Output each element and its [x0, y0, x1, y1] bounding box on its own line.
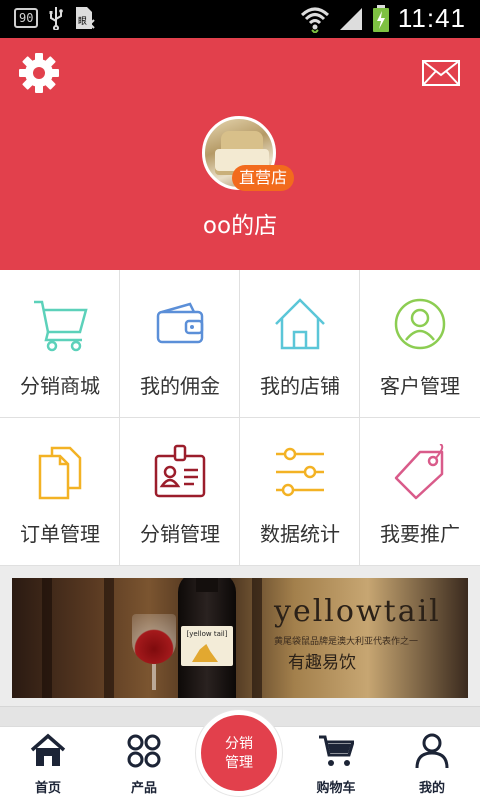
- grid-item-label: 我的佣金: [140, 374, 220, 398]
- barrel-ring: [104, 578, 114, 698]
- sliders-icon: [276, 447, 324, 497]
- grid-item-label: 订单管理: [20, 522, 100, 546]
- grid-item-label: 客户管理: [380, 374, 460, 398]
- grid-item-distribution[interactable]: 分销管理: [120, 418, 240, 566]
- app-screen: 90 眼 11:41 直营店 oo的店 分销商城 我的佣金 我的店铺 客户管理 …: [0, 0, 480, 800]
- bottle-label-text: [yellow tail]: [186, 630, 228, 638]
- banner-subtitle: 黄尾袋鼠品牌是澳大利亚代表作之一: [274, 637, 419, 647]
- grid-item-label: 数据统计: [260, 522, 340, 546]
- status-right: 11:41: [300, 3, 466, 34]
- notification-badge: 90: [14, 8, 39, 28]
- status-bar: 90 眼 11:41: [0, 0, 480, 38]
- promo-banner[interactable]: [yellow tail] yellowtail 黄尾袋鼠品牌是澳大利亚代表作之…: [12, 578, 468, 698]
- id-badge-icon: [154, 444, 206, 498]
- house-icon: [275, 298, 325, 350]
- barrel-ring: [42, 578, 52, 698]
- barrel-ring: [252, 578, 262, 698]
- signal-icon: [339, 7, 362, 30]
- documents-icon: [38, 446, 82, 500]
- cart-icon: [34, 300, 88, 352]
- grid-item-my-store[interactable]: 我的店铺: [240, 270, 360, 418]
- home-icon: [30, 733, 66, 766]
- cart-icon: [319, 735, 354, 766]
- store-type-badge: 直营店: [232, 165, 295, 191]
- wine-glass-stem: [152, 664, 156, 690]
- nav-label: 我的: [418, 781, 445, 796]
- grid-item-shop[interactable]: 分销商城: [0, 270, 120, 418]
- banner-brand: yellowtail: [274, 594, 441, 629]
- nav-item-me[interactable]: 我的: [384, 727, 480, 800]
- wallet-icon: [156, 302, 204, 344]
- grid-item-promote[interactable]: 我要推广: [360, 418, 480, 566]
- document-icon: 眼: [76, 7, 96, 29]
- grid-item-label: 分销管理: [140, 522, 220, 546]
- grid-item-orders[interactable]: 订单管理: [0, 418, 120, 566]
- function-grid: 分销商城 我的佣金 我的店铺 客户管理 订单管理 分销管理 数据统计 我要推广: [0, 270, 480, 566]
- nav-label: 首页: [34, 781, 61, 796]
- store-name: oo的店: [202, 213, 278, 239]
- center-button-label: 分销 管理: [201, 735, 277, 773]
- grid-item-label: 我的店铺: [260, 374, 340, 398]
- nav-item-cart[interactable]: 购物车: [288, 727, 384, 800]
- status-left: 90 眼: [14, 6, 96, 30]
- grid-item-statistics[interactable]: 数据统计: [240, 418, 360, 566]
- center-label-line1: 分销: [225, 736, 253, 752]
- avatar-headboard: [221, 131, 263, 151]
- grid-item-label: 分销商城: [20, 374, 100, 398]
- envelope-icon[interactable]: [422, 60, 460, 86]
- bottle-neck: [196, 578, 218, 592]
- wine-bottle-image: [yellow tail]: [178, 578, 236, 698]
- grid-item-customers[interactable]: 客户管理: [360, 270, 480, 418]
- nav-item-home[interactable]: 首页: [0, 727, 96, 800]
- battery-icon: [372, 4, 389, 32]
- gear-icon[interactable]: [18, 52, 60, 94]
- banner-slogan: 有趣易饮: [288, 653, 356, 673]
- user-circle-icon: [394, 298, 446, 350]
- person-icon: [415, 733, 449, 769]
- svg-text:眼: 眼: [78, 16, 87, 27]
- nav-label: 购物车: [316, 781, 356, 796]
- clock: 11:41: [397, 3, 466, 33]
- usb-icon: [49, 7, 64, 30]
- wifi-icon: [300, 7, 329, 33]
- center-label-line2: 管理: [225, 755, 253, 771]
- nav-item-products[interactable]: 产品: [96, 727, 192, 800]
- wine-glass-image: [132, 614, 176, 664]
- grid-four-icon: [127, 734, 161, 768]
- distribution-manage-button[interactable]: 分销 管理: [196, 710, 282, 796]
- grid-item-label: 我要推广: [380, 522, 460, 546]
- grid-item-commission[interactable]: 我的佣金: [120, 270, 240, 418]
- profile-header: 直营店 oo的店: [0, 38, 480, 270]
- nav-label: 产品: [130, 781, 157, 796]
- tag-icon: [394, 444, 444, 500]
